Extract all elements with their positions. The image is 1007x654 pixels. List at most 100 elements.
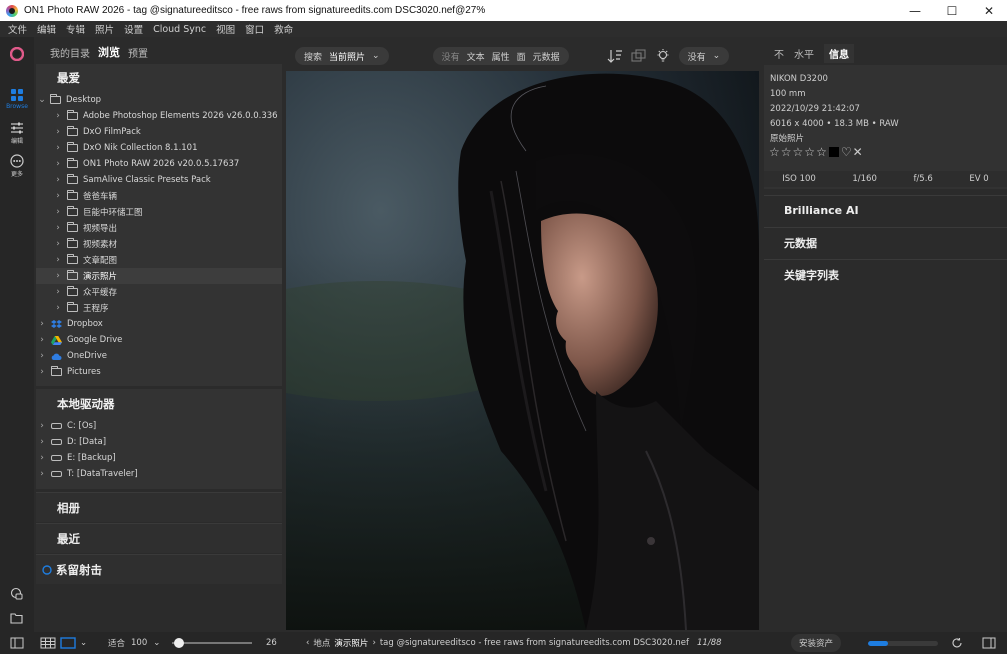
tree-row-drive[interactable]: › D: [Data]	[36, 434, 282, 450]
left-panel-toggle[interactable]	[10, 632, 24, 654]
menu-edit[interactable]: 编辑	[37, 22, 56, 36]
folder-add-button[interactable]	[0, 611, 34, 626]
star-icon[interactable]: ☆	[793, 145, 804, 159]
chevron-down-icon[interactable]: ⌄	[38, 95, 46, 105]
tab-none[interactable]: 不	[774, 46, 784, 61]
tree-row-folder[interactable]: › 众平缓存	[36, 284, 282, 300]
tree-row-folder[interactable]: › 视频素材	[36, 236, 282, 252]
chevron-right-icon[interactable]: ›	[54, 175, 62, 185]
star-icon[interactable]: ☆	[769, 145, 780, 159]
detail-view-icon[interactable]	[60, 637, 76, 649]
filter-faces[interactable]: 面	[517, 50, 526, 63]
sort-icon[interactable]	[607, 49, 623, 63]
tab-info[interactable]: 信息	[824, 43, 854, 63]
menu-settings[interactable]: 设置	[124, 22, 143, 36]
tree-row-folder[interactable]: › ON1 Photo RAW 2026 v20.0.5.17637	[36, 156, 282, 172]
albums-section[interactable]: 相册	[36, 492, 282, 522]
star-icon[interactable]: ☆	[816, 145, 827, 159]
chevron-right-icon[interactable]: ›	[54, 255, 62, 265]
chevron-right-icon[interactable]: ›	[54, 271, 62, 281]
filter-text[interactable]: 文本	[467, 50, 485, 63]
tree-row-drive[interactable]: › C: [Os]	[36, 418, 282, 434]
reject-x-icon[interactable]: ✕	[853, 145, 863, 159]
tree-row-folder[interactable]: › 爸爸车辆	[36, 188, 282, 204]
slider-thumb[interactable]	[174, 638, 184, 648]
tab-browse[interactable]: 浏览	[98, 44, 120, 60]
menu-cloud-sync[interactable]: Cloud Sync	[153, 24, 206, 35]
tree-row-folder[interactable]: › SamAlive Classic Presets Pack	[36, 172, 282, 188]
close-button[interactable]: ✕	[971, 0, 1007, 21]
chevron-right-icon[interactable]: ›	[38, 437, 46, 447]
tree-row-folder[interactable]: › 视频导出	[36, 220, 282, 236]
tab-catalog[interactable]: 我的目录	[50, 45, 90, 60]
heart-icon[interactable]: ♡	[841, 145, 852, 159]
tree-row-desktop[interactable]: ⌄ Desktop	[36, 92, 282, 108]
chevron-right-icon[interactable]: ›	[54, 127, 62, 137]
tree-row-drive[interactable]: › T: [DataTraveler]	[36, 466, 282, 482]
sync-button[interactable]	[951, 632, 963, 654]
brilliance-ai-section[interactable]: Brilliance AI	[764, 195, 1007, 225]
chevron-right-icon[interactable]: ›	[54, 159, 62, 169]
tree-row-folder[interactable]: › 王程序	[36, 300, 282, 316]
star-icon[interactable]: ☆	[804, 145, 815, 159]
tree-row-folder[interactable]: › 文章配图	[36, 252, 282, 268]
minimize-button[interactable]: —	[897, 0, 933, 21]
chevron-right-icon[interactable]: ›	[54, 303, 62, 313]
keyword-list-section[interactable]: 关键字列表	[764, 259, 1007, 289]
tab-presets[interactable]: 预置	[128, 45, 148, 60]
star-icon[interactable]: ☆	[781, 145, 792, 159]
chevron-right-icon[interactable]: ›	[38, 469, 46, 479]
chevron-right-icon[interactable]: ›	[54, 143, 62, 153]
filter-none[interactable]: 没有	[442, 50, 460, 63]
chevron-down-icon[interactable]: ⌄	[80, 638, 87, 648]
browse-module-button[interactable]: Browse	[0, 88, 34, 110]
thumbnail-size-slider[interactable]	[172, 632, 252, 654]
photo-preview[interactable]	[286, 71, 759, 630]
metadata-section[interactable]: 元数据	[764, 227, 1007, 257]
filter-metadata[interactable]: 元数据	[533, 50, 560, 63]
chevron-right-icon[interactable]: ›	[38, 367, 46, 377]
location-folder[interactable]: 演示照片	[334, 637, 368, 649]
tree-row-google-drive[interactable]: › Google Drive	[36, 332, 282, 348]
tree-row-onedrive[interactable]: › OneDrive	[36, 348, 282, 364]
chevron-right-icon[interactable]: ›	[54, 111, 62, 121]
chevron-right-icon[interactable]: ›	[54, 207, 62, 217]
chevron-right-icon[interactable]: ›	[38, 351, 46, 361]
grid-view-icon[interactable]	[40, 637, 56, 649]
color-label-swatch[interactable]	[828, 147, 839, 157]
tree-row-drive[interactable]: › E: [Backup]	[36, 450, 282, 466]
menu-view[interactable]: 视图	[216, 22, 235, 36]
stack-icon[interactable]	[631, 49, 647, 63]
tree-row-folder[interactable]: › 巨能中环储工图	[36, 204, 282, 220]
lightbulb-icon[interactable]	[655, 49, 671, 63]
on1-logo[interactable]	[0, 47, 34, 62]
edit-module-button[interactable]: 编辑	[0, 121, 34, 145]
tree-row-folder-selected[interactable]: › 演示照片	[36, 268, 282, 284]
chevron-right-icon[interactable]: ›	[38, 319, 46, 329]
right-panel-toggle[interactable]	[982, 632, 996, 654]
fit-label[interactable]: 适合	[108, 637, 125, 649]
zoom-value[interactable]: 100	[131, 638, 147, 648]
tree-row-dropbox[interactable]: › Dropbox	[36, 316, 282, 332]
search-scope-dropdown[interactable]: 当前照片	[329, 50, 365, 63]
chevron-left-icon[interactable]: ‹	[306, 638, 309, 648]
menu-photo[interactable]: 照片	[95, 22, 114, 36]
chevron-down-icon[interactable]: ⌄	[153, 638, 160, 648]
filter-attributes[interactable]: 属性	[492, 50, 510, 63]
local-drives-title[interactable]: 本地驱动器	[36, 396, 115, 412]
menu-album[interactable]: 专辑	[66, 22, 85, 36]
sort-dropdown[interactable]: 没有 ⌄	[678, 47, 730, 65]
tree-row-folder[interactable]: › DxO FilmPack	[36, 124, 282, 140]
menu-help[interactable]: 救命	[274, 22, 293, 36]
menu-file[interactable]: 文件	[8, 22, 27, 36]
recent-section[interactable]: 最近	[36, 523, 282, 553]
cloud-sync-button[interactable]	[0, 587, 34, 602]
tab-level[interactable]: 水平	[794, 46, 814, 61]
search-pill[interactable]: 搜索 当前照片 ⌄	[295, 47, 389, 65]
chevron-right-icon[interactable]: ›	[54, 191, 62, 201]
chevron-right-icon[interactable]: ›	[54, 287, 62, 297]
tree-row-pictures[interactable]: › Pictures	[36, 364, 282, 380]
favorites-title[interactable]: 最爱	[36, 70, 80, 86]
menu-window[interactable]: 窗口	[245, 22, 264, 36]
tethered-shooting-section[interactable]: 系留射击	[36, 554, 282, 584]
